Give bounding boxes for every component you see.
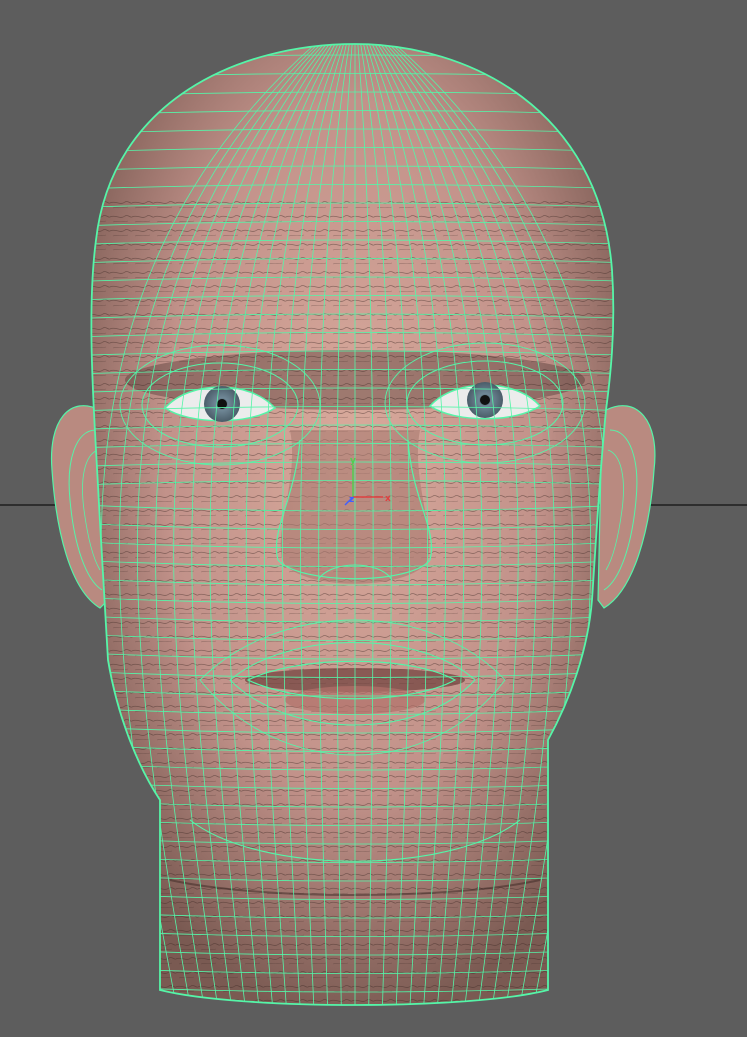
head-model-icon[interactable]: [50, 43, 656, 1020]
axis-z-label: z: [349, 495, 354, 505]
axis-x-label: x: [385, 494, 391, 504]
3d-viewport[interactable]: y x z: [0, 0, 747, 1037]
viewport-canvas[interactable]: y x z: [0, 0, 747, 1037]
axis-y-label: y: [350, 456, 356, 466]
right-ear: [597, 405, 656, 609]
